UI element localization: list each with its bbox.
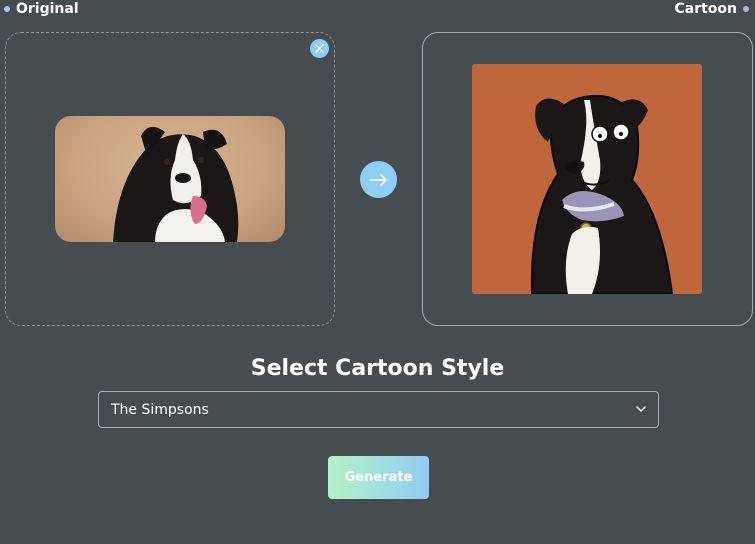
cartoon-dot-icon — [743, 6, 749, 12]
close-icon — [315, 44, 324, 53]
selected-style: The Simpsons — [111, 401, 209, 418]
cartoonizer-app: Original Cartoon Select Cartoon Style Th… — [0, 0, 755, 544]
arrow-right-icon — [369, 173, 387, 186]
original-label: Original — [4, 1, 79, 17]
remove-image-button[interactable] — [310, 39, 329, 58]
cartoon-result-image — [472, 64, 702, 294]
original-dot-icon — [4, 6, 10, 12]
section-title: Select Cartoon Style — [250, 356, 505, 381]
cartoon-dog-illustration — [530, 94, 674, 294]
convert-arrow-button[interactable] — [360, 161, 397, 198]
cartoon-label: Cartoon — [674, 1, 749, 17]
cartoon-style-select[interactable]: The Simpsons — [98, 391, 659, 428]
dog-photo-illustration — [113, 126, 239, 242]
cartoon-label-text: Cartoon — [674, 1, 737, 17]
original-label-text: Original — [16, 1, 79, 17]
chevron-down-icon — [636, 406, 646, 412]
original-photo — [55, 116, 285, 242]
generate-button[interactable]: Generate — [328, 456, 429, 499]
